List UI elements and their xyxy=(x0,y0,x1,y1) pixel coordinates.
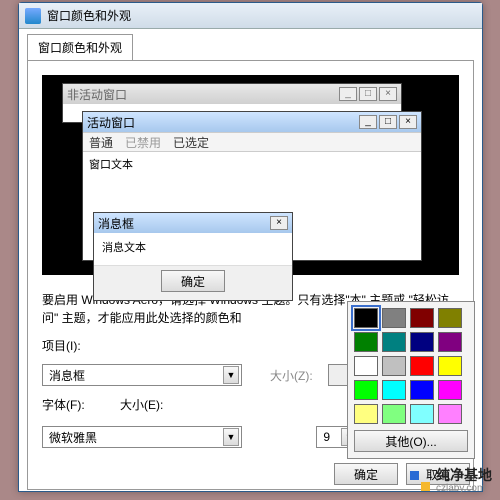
item-combo-value: 消息框 xyxy=(49,367,85,384)
palette-color[interactable] xyxy=(438,404,462,424)
chevron-down-icon[interactable]: ▼ xyxy=(223,366,239,384)
menu-bar[interactable]: 普通 已禁用 已选定 xyxy=(83,132,421,152)
window-buttons: _ □ × xyxy=(359,115,417,129)
font-combo-value: 微软雅黑 xyxy=(49,429,97,446)
ok-button[interactable]: 确定 xyxy=(334,463,398,485)
item-combo[interactable]: 消息框 ▼ xyxy=(42,364,242,386)
window-text: 窗口文本 xyxy=(83,152,421,176)
dialog-title: 窗口颜色和外观 xyxy=(47,9,131,23)
palette-color[interactable] xyxy=(410,356,434,376)
watermark-name: 纯净基地 xyxy=(436,468,492,483)
color-palette: 其他(O)... xyxy=(347,301,475,459)
palette-color[interactable] xyxy=(410,332,434,352)
palette-color[interactable] xyxy=(382,380,406,400)
font-label: 字体(F): xyxy=(42,396,92,413)
menu-disabled: 已禁用 xyxy=(125,134,161,151)
active-window[interactable]: 活动窗口 _ □ × 普通 已禁用 已选定 窗口文本 消息框 × xyxy=(82,111,422,261)
palette-color[interactable] xyxy=(438,308,462,328)
palette-color[interactable] xyxy=(382,356,406,376)
message-box-ok-button[interactable]: 确定 xyxy=(161,270,225,292)
font-combo[interactable]: 微软雅黑 ▼ xyxy=(42,426,242,448)
size1-label: 大小(Z): xyxy=(270,367,320,384)
message-box[interactable]: 消息框 × 消息文本 确定 xyxy=(93,212,293,301)
dialog-title-bar[interactable]: 窗口颜色和外观 xyxy=(19,3,482,29)
maximize-icon[interactable]: □ xyxy=(359,87,377,101)
close-icon[interactable]: × xyxy=(270,216,288,230)
menu-normal[interactable]: 普通 xyxy=(89,134,113,151)
palette-color[interactable] xyxy=(382,308,406,328)
palette-color[interactable] xyxy=(438,356,462,376)
close-icon[interactable]: × xyxy=(399,115,417,129)
app-icon xyxy=(25,8,41,24)
active-window-title: 活动窗口 xyxy=(87,114,135,131)
maximize-icon[interactable]: □ xyxy=(379,115,397,129)
item-label: 项目(I): xyxy=(42,337,92,354)
message-box-title: 消息框 xyxy=(98,215,134,232)
palette-color[interactable] xyxy=(438,332,462,352)
palette-color[interactable] xyxy=(410,308,434,328)
other-colors-button[interactable]: 其他(O)... xyxy=(354,430,468,452)
size2-value: 9 xyxy=(323,430,330,444)
chevron-down-icon[interactable]: ▼ xyxy=(223,428,239,446)
palette-color[interactable] xyxy=(354,308,378,328)
inactive-window-title: 非活动窗口 xyxy=(67,86,127,103)
watermark-url: czlaby.com xyxy=(436,483,492,494)
palette-color[interactable] xyxy=(354,380,378,400)
size2-label: 大小(E): xyxy=(120,396,170,413)
window-buttons: _ □ × xyxy=(339,87,397,101)
palette-color[interactable] xyxy=(438,380,462,400)
watermark-logo-icon xyxy=(410,471,430,491)
palette-color[interactable] xyxy=(354,332,378,352)
minimize-icon[interactable]: _ xyxy=(359,115,377,129)
minimize-icon[interactable]: _ xyxy=(339,87,357,101)
palette-color[interactable] xyxy=(382,332,406,352)
close-icon[interactable]: × xyxy=(379,87,397,101)
preview-area: 非活动窗口 _ □ × 活动窗口 _ □ × xyxy=(42,75,459,275)
palette-color[interactable] xyxy=(410,380,434,400)
tab-panel: 非活动窗口 _ □ × 活动窗口 _ □ × xyxy=(27,60,474,490)
message-box-text: 消息文本 xyxy=(94,233,292,265)
dialog: 窗口颜色和外观 窗口颜色和外观 非活动窗口 _ □ × 活动窗口 xyxy=(18,2,483,492)
tab-strip: 窗口颜色和外观 xyxy=(19,29,482,60)
tab-window-color[interactable]: 窗口颜色和外观 xyxy=(27,34,133,61)
watermark: 纯净基地 czlaby.com xyxy=(410,468,492,494)
palette-color[interactable] xyxy=(382,404,406,424)
palette-color[interactable] xyxy=(354,404,378,424)
palette-color[interactable] xyxy=(410,404,434,424)
menu-selected[interactable]: 已选定 xyxy=(173,134,209,151)
palette-color[interactable] xyxy=(354,356,378,376)
palette-grid xyxy=(354,308,468,424)
